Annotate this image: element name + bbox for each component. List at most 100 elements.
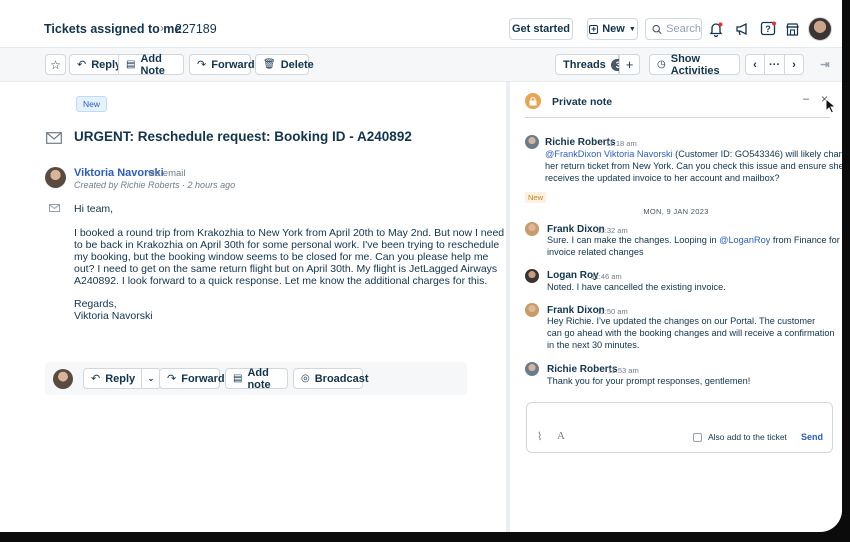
reply-action-bar: ↶ Reply ⌄ ↷ Forward ▤ Add note ◎ Broadca… — [45, 362, 467, 395]
threads-button[interactable]: Threads 3 — [555, 54, 626, 75]
reply-label: Reply — [91, 58, 122, 71]
message-time: 11:50 am — [597, 307, 628, 316]
richie-avatar — [525, 135, 539, 149]
mention[interactable]: @LoganRoy — [719, 235, 770, 245]
forward-label: Forward — [181, 372, 225, 385]
app-screen: Tickets assigned to me › 227189 Get star… — [0, 0, 842, 532]
note-icon: ▤ — [233, 373, 243, 384]
get-started-button[interactable]: Get started — [509, 18, 573, 40]
broadcast-label: Broadcast — [314, 372, 369, 385]
message-text: from Finance for — [770, 235, 840, 245]
reply-arrow-icon: ↶ — [91, 373, 101, 385]
email-envelope-icon — [46, 132, 62, 144]
message-line: invoice related changes — [547, 247, 644, 257]
previous-ticket-button[interactable]: ‹ — [745, 54, 765, 75]
message-line: Hey Richie. I've updated the changes on … — [547, 316, 816, 326]
message-line: Thank you for your prompt responses, gen… — [547, 376, 751, 386]
also-add-label: Also add to the ticket — [708, 432, 787, 442]
activity-clock-icon: ◷ — [657, 59, 666, 70]
megaphone-icon[interactable] — [731, 18, 753, 40]
message-time: 11:46 am — [591, 272, 622, 281]
collapse-sidebar-button[interactable]: ⇥ — [815, 54, 835, 75]
marketplace-store-icon[interactable] — [781, 18, 803, 40]
user-avatar[interactable] — [808, 17, 832, 41]
search-input[interactable]: Search — [645, 18, 702, 40]
message-line: Noted. I have cancelled the existing inv… — [547, 282, 726, 292]
new-button[interactable]: + New ▼ — [587, 18, 638, 40]
text-format-icon[interactable]: A — [557, 430, 565, 442]
email-body-line: to be back in Krakozhia on April 30th fo… — [74, 239, 500, 251]
status-new-tag: New — [76, 96, 108, 112]
new-tag: New — [525, 192, 547, 203]
more-options-button[interactable]: ··· — [764, 54, 785, 75]
richie-avatar — [525, 362, 539, 376]
reply-button[interactable]: ↶ Reply — [69, 54, 122, 75]
next-ticket-button[interactable]: › — [784, 54, 804, 75]
date-divider: MON, 9 JAN 2023 — [643, 207, 709, 216]
top-bar: Tickets assigned to me › 227189 Get star… — [0, 0, 842, 48]
broadcast-button[interactable]: ◎ Broadcast — [293, 368, 369, 389]
email-icon — [49, 204, 60, 212]
help-icon[interactable]: ? — [757, 18, 779, 40]
private-note-header: Private note – × — [525, 92, 837, 118]
mention[interactable]: @FrankDixon Viktoria Navorski — [545, 149, 673, 159]
message-line: receives the updated invoice to her acco… — [545, 173, 780, 183]
plus-square-icon: + — [589, 23, 599, 34]
reply-label: Reply — [105, 372, 136, 385]
delete-button[interactable]: 🗑 Delete — [255, 54, 314, 75]
reply-arrow-icon: ↶ — [77, 59, 87, 71]
search-placeholder: Search — [666, 23, 701, 35]
forward-button-bottom[interactable]: ↷ Forward — [159, 368, 225, 389]
message-time: 11:53 am — [608, 366, 639, 375]
breadcrumb-separator: › — [160, 21, 164, 35]
get-started-label: Get started — [511, 23, 571, 35]
email-signoff: Regards, — [74, 298, 117, 310]
add-thread-button[interactable]: + — [619, 54, 640, 75]
frank-avatar — [525, 303, 539, 317]
chevron-left-icon: ‹ — [753, 58, 757, 71]
device-frame: Tickets assigned to me › 227189 Get star… — [0, 0, 850, 542]
message-author: Richie Roberts — [545, 137, 616, 148]
email-body-line: A240892. I look forward to a quick respo… — [74, 275, 488, 287]
add-note-button[interactable]: ▤ Add Note — [118, 53, 184, 77]
message-time: 11:32 am — [597, 226, 628, 235]
frank-avatar — [525, 222, 539, 236]
private-note-title: Private note — [552, 96, 613, 108]
show-activities-button[interactable]: ◷ Show Activities — [649, 52, 740, 77]
created-by-meta: Created by Richie Roberts · 2 hours ago — [74, 180, 236, 190]
sender-channel: via email — [148, 168, 186, 179]
message-text: (Customer ID: GO543346) will likely chan… — [672, 149, 842, 159]
email-greeting: Hi team, — [74, 203, 114, 215]
new-label: New — [602, 23, 625, 35]
svg-text:?: ? — [765, 24, 771, 34]
add-note-button-bottom[interactable]: ▤ Add note — [225, 366, 288, 391]
lock-icon — [525, 93, 541, 109]
message-author: Richie Roberts — [547, 364, 618, 375]
forward-arrow-icon: ↷ — [197, 59, 207, 71]
also-add-checkbox[interactable] — [693, 433, 702, 442]
ellipsis-icon: ··· — [769, 58, 780, 71]
minimize-button[interactable]: – — [803, 93, 809, 105]
email-body-line: out? I need to get on the same return fl… — [74, 263, 498, 275]
message-line: in the next 30 minutes. — [547, 340, 640, 350]
breadcrumb-ticket-id: 227189 — [175, 22, 217, 36]
email-signature: Viktoria Navorski — [74, 310, 153, 322]
forward-button[interactable]: ↷ Forward — [189, 54, 255, 75]
delete-label: Delete — [280, 58, 314, 71]
sidebar-collapse-icon: ⇥ — [820, 59, 830, 71]
search-icon — [652, 24, 662, 34]
message-line: @FrankDixon Viktoria Navorski (Customer … — [545, 149, 842, 161]
star-button[interactable]: ☆ — [45, 54, 66, 75]
reply-button-bottom[interactable]: ↶ Reply — [83, 368, 142, 389]
add-note-label: Add note — [247, 366, 271, 391]
note-compose-box[interactable]: ⌇ A Also add to the ticket Send — [526, 402, 833, 453]
show-activities-label: Show Activities — [670, 52, 720, 77]
send-button[interactable]: Send — [801, 432, 823, 442]
reply-options-dropdown[interactable]: ⌄ — [141, 368, 161, 389]
mouse-cursor-icon — [825, 98, 837, 114]
chevron-down-icon: ⌄ — [147, 374, 155, 383]
notification-bell-icon[interactable] — [705, 18, 727, 40]
private-note-panel: Private note – × Richie Roberts 11:18 am… — [510, 82, 842, 532]
forward-label: Forward — [211, 58, 255, 71]
attachment-icon[interactable]: ⌇ — [537, 430, 542, 443]
